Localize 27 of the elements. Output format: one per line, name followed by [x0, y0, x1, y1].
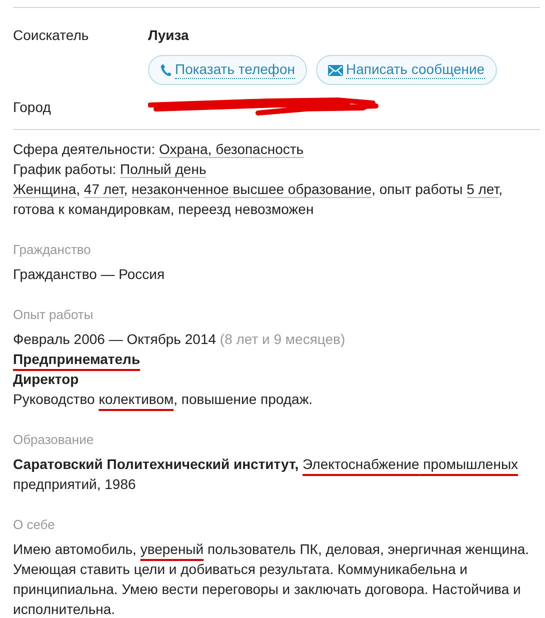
- section-text: Имею автомобиль, увереный пользователь ПК, деловая, энергичная женщина. Умеющая ставить цели и добиваться результата. Коммуникабельна и принципиальна. Умею вести переговоры и заключать договора. Настойчива и исполнительна.: [13, 540, 530, 618]
- message-button[interactable]: Написать сообщение: [316, 55, 497, 85]
- link[interactable]: 47 лет: [84, 181, 124, 198]
- summary-text: График работы: Полный день: [13, 160, 208, 179]
- section-heading: Образование: [13, 431, 95, 449]
- section-text: Директор: [13, 370, 80, 389]
- summary-text: Женщина, 47 лет, незаконченное высшее образование, опыт работы 5 лет, готова к командировкам, переезд невозможен: [13, 180, 504, 219]
- applicant-name: Луиза: [148, 26, 190, 45]
- phone-icon: [160, 63, 172, 77]
- envelope-icon: [328, 64, 343, 76]
- field-label: Город: [13, 99, 51, 115]
- section-heading: О себе: [13, 516, 56, 534]
- section-text: Гражданство — Россия: [13, 265, 166, 284]
- section-heading: Гражданство: [13, 241, 92, 259]
- link[interactable]: 5 лет: [466, 181, 499, 198]
- show-phone-button[interactable]: Показать телефон: [148, 55, 307, 85]
- link[interactable]: Женщина: [13, 181, 76, 198]
- link[interactable]: незаконченное высшее образование: [132, 181, 372, 198]
- link[interactable]: Полный день: [120, 161, 206, 178]
- section-text: Руководство колективом, повышение продаж.: [13, 390, 314, 409]
- summary-text: Сфера деятельности: Охрана, безопасность: [13, 140, 305, 159]
- section-text: Февраль 2006 — Октябрь 2014 (8 лет и 9 месяцев): [13, 330, 346, 349]
- link[interactable]: Охрана, безопасность: [158, 141, 304, 158]
- section-text: Саратовский Политехнический институт, Электоснабжение промышленых предприятий, 1986: [13, 455, 520, 494]
- field-label: Соискатель: [13, 27, 89, 43]
- section-text: Предпринематель: [13, 350, 142, 369]
- section-heading: Опыт работы: [13, 306, 94, 324]
